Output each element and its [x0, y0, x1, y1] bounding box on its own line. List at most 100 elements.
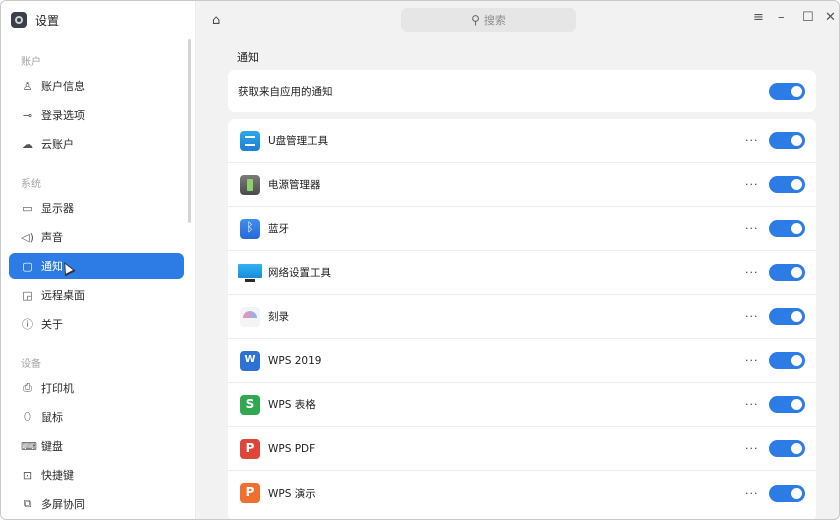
keyboard-icon: ⌨ [21, 439, 37, 453]
app-name: WPS PDF [268, 442, 316, 455]
sidebar: 设置 账户 ♙ 账户信息 ⊸ 登录选项 ☁ 云账户 系统 ▭ 显示器 ◁) 声音… [1, 1, 196, 519]
app-notification-toggle[interactable] [769, 308, 805, 325]
sidebar-item-display[interactable]: ▭ 显示器 [9, 195, 184, 221]
monitor-icon: ▭ [22, 201, 33, 215]
sidebar-item-label: 打印机 [41, 382, 74, 395]
app-title: 设置 [11, 10, 59, 30]
remote-desktop-icon: ◲ [22, 288, 33, 302]
sidebar-item-shortcuts[interactable]: ⊡ 快捷键 [9, 462, 184, 488]
app-notification-toggle[interactable] [769, 352, 805, 369]
global-notification-row: 获取来自应用的通知 [228, 69, 816, 113]
sidebar-item-printer[interactable]: ⎙ 打印机 [9, 375, 184, 401]
app-name: U盘管理工具 [268, 135, 329, 147]
app-notification-toggle[interactable] [769, 264, 805, 281]
more-options-button[interactable]: ··· [745, 222, 759, 235]
sidebar-item-account-info[interactable]: ♙ 账户信息 [9, 73, 184, 99]
app-notification-toggle[interactable] [769, 176, 805, 193]
info-icon: ⓘ [22, 318, 33, 331]
sidebar-item-label: 登录选项 [41, 109, 85, 122]
maximize-icon[interactable]: ☐ [802, 10, 814, 25]
more-options-button[interactable]: ··· [745, 178, 759, 191]
more-options-button[interactable]: ··· [745, 487, 759, 500]
app-row-usb-manager: U盘管理工具 ··· [228, 119, 816, 163]
app-row-wps-2019: WPS 2019 ··· [228, 339, 816, 383]
app-notification-toggle[interactable] [769, 396, 805, 413]
search-input[interactable]: ⚲ 搜索 [401, 8, 576, 32]
power-manager-icon [240, 175, 260, 195]
app-row-power-manager: 电源管理器 ··· [228, 163, 816, 207]
sidebar-item-mouse[interactable]: ⬯ 鼠标 [9, 404, 184, 430]
app-row-wps-pdf: WPS PDF ··· [228, 427, 816, 471]
close-icon[interactable]: ✕ [825, 10, 836, 25]
sidebar-item-label: 快捷键 [41, 469, 74, 482]
home-icon[interactable]: ⌂ [212, 13, 220, 28]
minimize-icon[interactable]: – [778, 10, 785, 25]
app-name: WPS 演示 [268, 487, 316, 500]
app-title-label: 设置 [35, 13, 60, 28]
bluetooth-icon [240, 219, 260, 239]
app-row-network-settings: 网络设置工具 ··· [228, 251, 816, 295]
global-notification-label: 获取来自应用的通知 [238, 85, 333, 98]
more-options-button[interactable]: ··· [745, 442, 759, 455]
sidebar-item-label: 声音 [41, 231, 63, 244]
settings-app-icon [11, 12, 27, 28]
more-options-button[interactable]: ··· [745, 266, 759, 279]
sidebar-item-label: 远程桌面 [41, 289, 85, 302]
sidebar-item-remote-desktop[interactable]: ◲ 远程桌面 [9, 282, 184, 308]
shortcut-icon: ⊡ [22, 468, 33, 482]
sidebar-scrollbar[interactable] [188, 39, 191, 223]
sidebar-item-sound[interactable]: ◁) 声音 [9, 224, 184, 250]
page-title: 通知 [237, 51, 259, 64]
settings-window: 设置 账户 ♙ 账户信息 ⊸ 登录选项 ☁ 云账户 系统 ▭ 显示器 ◁) 声音… [0, 0, 840, 520]
wps-writer-icon [240, 351, 260, 371]
app-notification-toggle[interactable] [769, 132, 805, 149]
app-row-wps-sheet: WPS 表格 ··· [228, 383, 816, 427]
sidebar-item-label: 键盘 [41, 440, 63, 453]
section-label-devices: 设备 [21, 359, 41, 370]
app-notification-toggle[interactable] [769, 440, 805, 457]
app-notification-toggle[interactable] [769, 220, 805, 237]
app-name: 电源管理器 [268, 179, 321, 191]
sidebar-item-notification[interactable]: ▢ 通知 [9, 253, 184, 279]
menu-icon[interactable]: ≡ [753, 10, 764, 25]
titlebar: ⌂ ⚲ 搜索 ≡ – ☐ ✕ [197, 1, 839, 39]
app-name: WPS 表格 [268, 399, 316, 411]
more-options-button[interactable]: ··· [745, 134, 759, 147]
sidebar-item-multi-screen[interactable]: ⧉ 多屏协同 [9, 491, 184, 517]
notification-icon: ▢ [22, 259, 33, 273]
app-name: 蓝牙 [268, 223, 289, 235]
sidebar-item-login-options[interactable]: ⊸ 登录选项 [9, 102, 184, 128]
usb-manager-icon [240, 131, 260, 151]
sidebar-item-about[interactable]: ⓘ 关于 [9, 311, 184, 337]
sidebar-item-label: 关于 [41, 318, 63, 331]
printer-icon: ⎙ [23, 381, 32, 394]
cloud-account-icon: ☁ [22, 137, 33, 151]
section-label-system: 系统 [21, 179, 41, 190]
mouse-icon: ⬯ [24, 410, 31, 423]
app-notification-toggle[interactable] [769, 484, 805, 502]
app-row-burner: 刻录 ··· [228, 295, 816, 339]
multi-screen-icon: ⧉ [23, 497, 32, 510]
app-row-wps-presentation: WPS 演示 ··· [228, 471, 816, 515]
search-placeholder: 搜索 [483, 14, 506, 27]
app-name: 网络设置工具 [268, 267, 331, 279]
sidebar-item-label: 云账户 [41, 138, 74, 151]
more-options-button[interactable]: ··· [745, 310, 759, 323]
network-settings-icon [238, 263, 262, 283]
user-icon: ♙ [22, 79, 33, 93]
section-label-account: 账户 [21, 57, 41, 68]
wps-sheet-icon [240, 395, 260, 415]
sidebar-item-keyboard[interactable]: ⌨ 键盘 [9, 433, 184, 459]
burner-icon [240, 307, 260, 327]
app-name: 刻录 [268, 311, 289, 323]
sidebar-item-label: 账户信息 [41, 80, 85, 93]
more-options-button[interactable]: ··· [745, 354, 759, 367]
more-options-button[interactable]: ··· [745, 398, 759, 411]
app-name: WPS 2019 [268, 354, 322, 367]
sidebar-item-cloud-account[interactable]: ☁ 云账户 [9, 131, 184, 157]
wps-presentation-icon [240, 483, 260, 503]
wps-pdf-icon [240, 439, 260, 459]
global-notification-toggle[interactable] [769, 82, 805, 100]
app-row-bluetooth: 蓝牙 ··· [228, 207, 816, 251]
sidebar-item-label: 鼠标 [41, 411, 63, 424]
